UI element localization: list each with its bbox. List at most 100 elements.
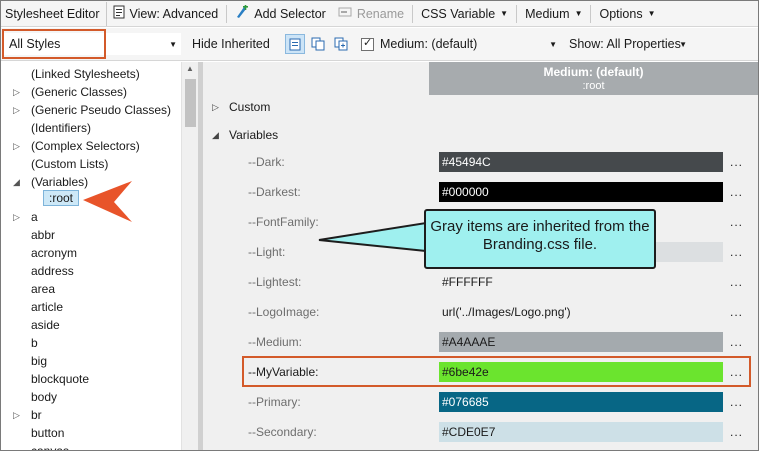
expand-icon[interactable]: ▷ [13, 410, 20, 421]
tree-item[interactable]: (Identifiers) [1, 119, 181, 137]
tree-item-label: blockquote [31, 372, 90, 386]
tree-item[interactable]: abbr [1, 226, 181, 244]
variable-name: --Dark: [248, 155, 285, 169]
medium-menu[interactable]: Medium ▼ [519, 2, 588, 26]
chevron-down-icon: ▼ [500, 9, 509, 18]
scroll-up-icon[interactable]: ▲ [186, 64, 194, 73]
tree-item[interactable]: ▷ br [1, 406, 181, 424]
options-menu-label: Options [599, 6, 643, 21]
document-view-icon [113, 5, 125, 22]
variable-value-field[interactable]: #A4AAAE [439, 332, 723, 352]
chevron-down-icon: ▼ [647, 9, 656, 18]
css-variable-menu[interactable]: CSS Variable ▼ [415, 2, 514, 26]
tree-item-label: b [31, 336, 38, 350]
more-options-button[interactable]: ... [730, 335, 743, 349]
more-options-button[interactable]: ... [730, 185, 743, 199]
chevron-down-icon: ▼ [169, 39, 177, 49]
tree-item-label: acronym [31, 246, 78, 260]
variable-name: --Secondary: [248, 425, 317, 439]
list-view-icon [289, 38, 301, 51]
collapse-icon[interactable]: ◢ [212, 130, 219, 141]
variable-name: --Light: [248, 245, 286, 259]
variable-name: --FontFamily: [248, 215, 319, 229]
more-options-button[interactable]: ... [730, 155, 743, 169]
tree-item[interactable]: ◢ (Variables) [1, 173, 181, 191]
tree-item-label: (Complex Selectors) [31, 139, 140, 153]
view-toggle-add-button[interactable] [331, 34, 351, 54]
tree-item[interactable]: blockquote [1, 370, 181, 388]
filter-toolbar: All Styles ▼ Hide Inherited Medium: (def… [1, 28, 758, 61]
add-selector-button[interactable]: Add Selector [229, 2, 332, 26]
more-options-button[interactable]: ... [730, 245, 743, 259]
tree-item[interactable]: (Linked Stylesheets) [1, 65, 181, 83]
options-menu[interactable]: Options ▼ [593, 2, 661, 26]
myvariable-highlight [242, 356, 751, 387]
expand-icon[interactable]: ▷ [13, 212, 20, 223]
tree-item[interactable]: area [1, 280, 181, 298]
tree-item-label: (Custom Lists) [31, 157, 109, 171]
tree-item[interactable]: ▷ (Generic Pseudo Classes) [1, 101, 181, 119]
tree-item[interactable]: aside [1, 316, 181, 334]
toolbar-separator [412, 4, 414, 23]
show-properties-dropdown[interactable]: Show: All Properties ▼ [566, 33, 691, 55]
tree-item-label: body [31, 390, 58, 404]
tree-item[interactable]: ▷ (Generic Classes) [1, 83, 181, 101]
tree-item-label: a [31, 210, 38, 224]
variable-value-field[interactable]: #000000 [439, 182, 723, 202]
editor-title: Stylesheet Editor [1, 1, 107, 26]
more-options-button[interactable]: ... [730, 395, 743, 409]
tree-item-root[interactable]: :root [43, 190, 79, 206]
medium-menu-label: Medium [525, 6, 570, 21]
callout-note: Gray items are inherited from the Brandi… [424, 209, 656, 269]
copy-view-icon [311, 37, 325, 51]
expand-icon[interactable]: ▷ [13, 141, 20, 152]
expand-icon[interactable]: ▷ [212, 102, 219, 113]
variable-value-field[interactable]: #CDE0E7 [439, 422, 723, 442]
more-options-button[interactable]: ... [730, 275, 743, 289]
tree-scrollbar[interactable]: ▲ [181, 62, 198, 450]
tree-item[interactable]: address [1, 262, 181, 280]
chevron-down-icon: ▼ [549, 39, 557, 49]
medium-header-title: Medium: (default) [543, 65, 644, 79]
tree-item[interactable]: acronym [1, 244, 181, 262]
more-options-button[interactable]: ... [730, 215, 743, 229]
tree-item[interactable]: big [1, 352, 181, 370]
tree-item[interactable]: b [1, 334, 181, 352]
tree-item[interactable]: body [1, 388, 181, 406]
more-options-button[interactable]: ... [730, 305, 743, 319]
toolbar-separator [226, 4, 228, 23]
hide-inherited-button[interactable]: Hide Inherited [185, 33, 277, 55]
tree-item[interactable]: ▷ (Complex Selectors) [1, 137, 181, 155]
show-properties-value: Show: All Properties [569, 37, 681, 51]
view-toggle-list-button[interactable] [285, 34, 305, 54]
more-options-button[interactable]: ... [730, 425, 743, 439]
medium-checkbox[interactable] [361, 36, 374, 51]
tree-item[interactable]: button [1, 424, 181, 442]
tree-item-label: (Generic Pseudo Classes) [31, 103, 172, 117]
variable-name: --Lightest: [248, 275, 302, 289]
expand-icon[interactable]: ◢ [13, 177, 20, 188]
add-view-icon [334, 37, 348, 51]
variable-value-field[interactable]: #076685 [439, 392, 723, 412]
tree-item-label: (Linked Stylesheets) [31, 67, 140, 81]
scrollbar-thumb[interactable] [185, 79, 196, 127]
tree-item[interactable]: article [1, 298, 181, 316]
view-toggle-copy-button[interactable] [308, 34, 328, 54]
main-toolbar: Stylesheet Editor View: Advanced Add Sel… [1, 1, 758, 27]
variable-value-field[interactable]: url('../Images/Logo.png') [439, 302, 723, 322]
medium-checkbox-dropdown[interactable]: Medium: (default) ▼ [361, 33, 561, 55]
tree-item[interactable]: canvas [1, 442, 181, 450]
variable-value-field[interactable]: #45494C [439, 152, 723, 172]
expand-icon[interactable]: ▷ [13, 105, 20, 116]
tree-item[interactable]: ▷ a [1, 208, 181, 226]
variable-value-field[interactable]: #FFFFFF [439, 272, 723, 292]
tree-item[interactable]: (Custom Lists) [1, 155, 181, 173]
tree-item-label: (Variables) [31, 175, 89, 189]
tree-item-label: article [31, 300, 64, 314]
expand-icon[interactable]: ▷ [13, 87, 20, 98]
view-mode-button[interactable]: View: Advanced [107, 2, 225, 26]
tree-item-label: br [31, 408, 42, 422]
rename-label: Rename [356, 6, 405, 21]
tree-item-label: big [31, 354, 48, 368]
rename-button[interactable]: Rename [332, 2, 410, 26]
